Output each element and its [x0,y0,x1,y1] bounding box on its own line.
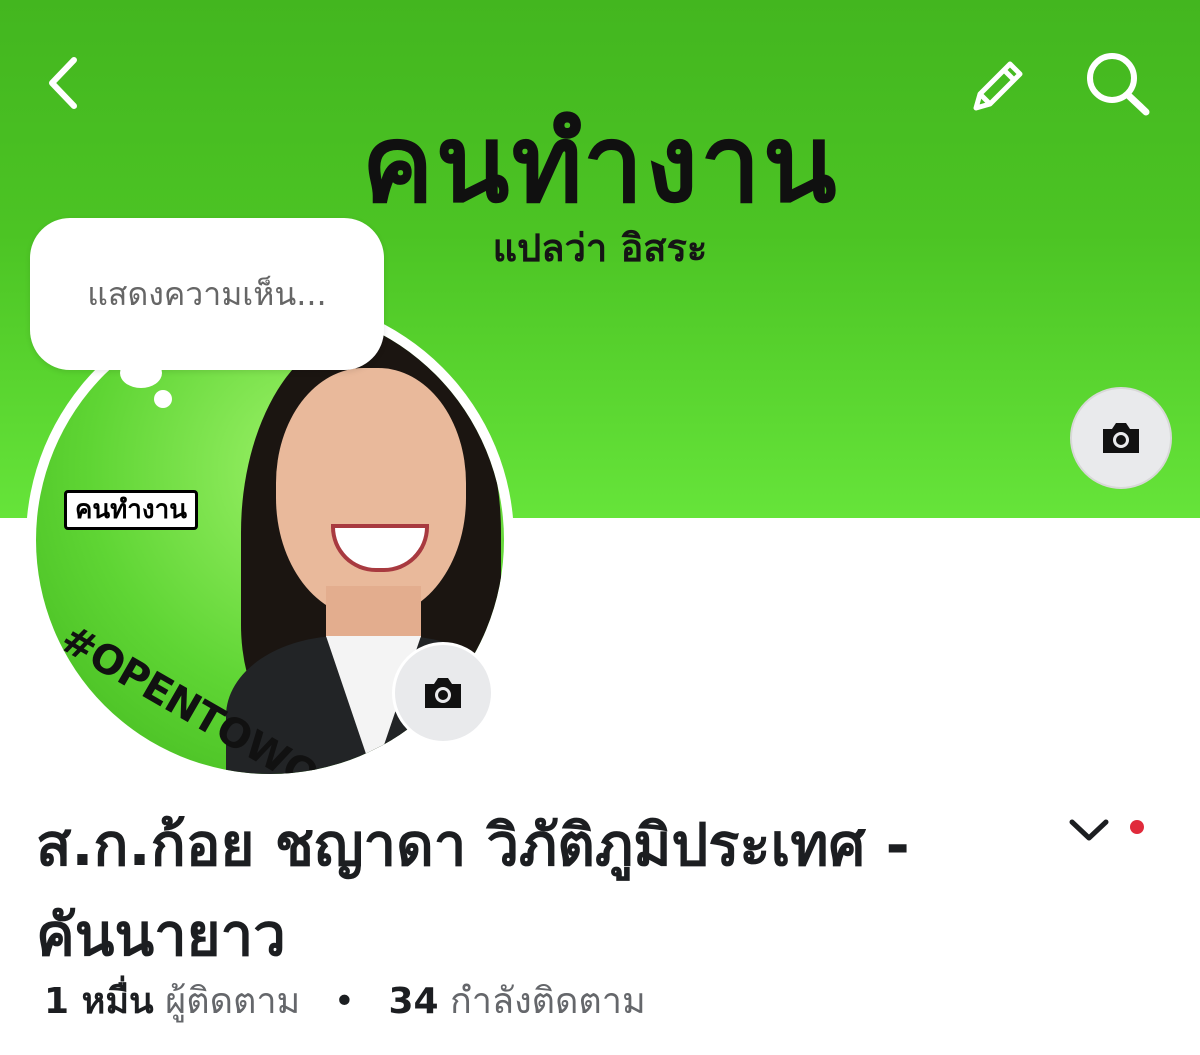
bubble-tail-dot [120,358,162,388]
profile-switch-dropdown[interactable] [1064,810,1114,850]
notification-dot [1130,820,1144,834]
bubble-tail-dot-small [154,390,172,408]
camera-icon [1103,423,1139,453]
back-button[interactable] [36,48,96,118]
note-bubble[interactable]: แสดงความเห็น... [30,218,384,370]
followers-count[interactable]: 1 หมื่น [44,981,154,1022]
note-placeholder: แสดงความเห็น... [87,274,327,313]
pencil-icon [973,61,1023,111]
following-count[interactable]: 34 [388,981,438,1022]
following-label[interactable]: กำลังติดตาม [450,981,646,1022]
chevron-left-icon [49,57,77,109]
follow-stats: 1 หมื่น ผู้ติดตาม • 34 กำลังติดตาม [44,975,646,1029]
cover-subtitle: แปลว่า อิสระ [492,226,708,270]
cover-camera-button[interactable] [1070,387,1172,489]
camera-icon [425,678,461,708]
search-icon [1087,53,1150,116]
cover-title: คนทำงาน [361,102,839,227]
edit-profile-button[interactable] [962,50,1034,122]
avatar-face [276,368,466,618]
followers-label[interactable]: ผู้ติดตาม [165,981,300,1022]
search-button[interactable] [1078,46,1158,122]
avatar-camera-button[interactable] [392,642,494,744]
profile-name: ส.ก.ก้อย ชญาดา วิภัติภูมิประเทศ - คันนาย… [36,811,910,969]
chevron-down-icon [1069,819,1109,841]
avatar-badge: คนทำงาน [64,490,198,530]
stats-separator: • [333,981,355,1022]
